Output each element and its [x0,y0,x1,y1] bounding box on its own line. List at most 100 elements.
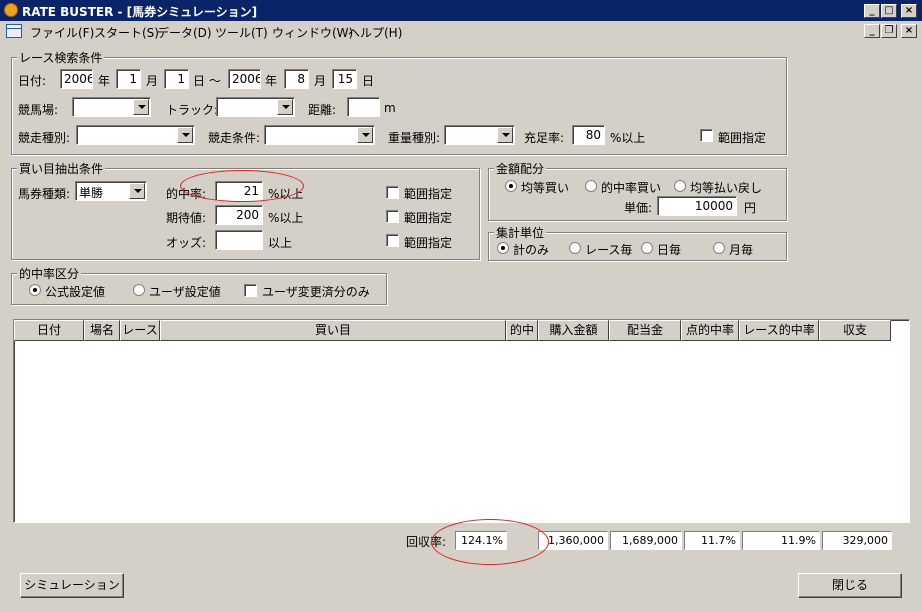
col-race[interactable]: レース [120,320,160,341]
year-unit-2: 年 [265,74,278,88]
bet-group-label: 買い目抽出条件 [17,160,106,177]
range-checkbox-expect[interactable] [386,210,399,223]
radio-even-payout[interactable] [674,180,686,192]
menu-window[interactable]: ウィンドウ(W) [272,24,353,41]
user-changed-checkbox[interactable] [244,284,257,297]
payout-total: 1,689,000 [610,531,682,550]
menu-data[interactable]: データ(D) [157,24,212,41]
from-month-field[interactable]: 1 [116,69,141,89]
money-group-label: 金額配分 [494,160,547,177]
maximize-icon[interactable]: □ [881,4,897,18]
col-date[interactable]: 日付 [14,320,84,341]
unit-price-field[interactable]: 10000 [657,196,737,216]
chevron-down-icon [497,127,513,143]
range-label-hit: 範囲指定 [404,187,453,201]
chevron-down-icon [277,99,293,115]
race-type-label: 競走種別: [18,131,71,145]
even-payout-label: 均等払い戻し [690,181,763,195]
results-list[interactable]: 日付 場名 レース 買い目 的中 購入金額 配当金 点的中率 レース的中率 収支 [13,319,910,523]
ticket-type-label: 馬券種類: [18,187,71,201]
col-point-hit[interactable]: 点的中率 [681,320,739,341]
ticket-type-select[interactable]: 単勝 [75,181,147,201]
radio-per-day[interactable] [641,242,653,254]
year-unit: 年 [98,74,111,88]
radio-official[interactable] [29,284,41,296]
from-year-field[interactable]: 2006 [60,69,93,89]
aggregate-group-label: 集計単位 [494,224,547,241]
point-hit-total: 11.7% [684,531,740,550]
range-checkbox-odds[interactable] [386,234,399,247]
title-bar: RATE BUSTER - [馬券シミュレーション] _ □ × [0,0,922,21]
menu-start[interactable]: スタート(S) [94,24,159,41]
race-condition-label: 競走条件: [208,131,261,145]
col-payout[interactable]: 配当金 [609,320,681,341]
fill-rate-field[interactable]: 80 [572,125,605,145]
radio-total-only[interactable] [497,242,509,254]
even-buy-label: 均等買い [521,181,570,195]
expect-unit: %以上 [268,211,304,225]
child-close-icon[interactable]: × [901,24,917,38]
menu-file[interactable]: ファイル(F) [30,24,94,41]
mdi-window-icon[interactable] [6,24,22,38]
distance-field[interactable] [347,97,380,117]
col-bet[interactable]: 買い目 [160,320,506,341]
per-month-label: 月毎 [729,243,754,257]
track-select[interactable] [216,97,295,117]
hit-class-group-label: 的中率区分 [17,265,82,282]
weight-type-select[interactable] [444,125,515,145]
racecourse-label: 競馬場: [18,103,59,117]
to-year-field[interactable]: 2006 [228,69,261,89]
official-label: 公式設定値 [45,285,106,299]
minimize-icon[interactable]: _ [864,4,880,18]
unit-price-suffix: 円 [744,201,757,215]
radio-even-buy[interactable] [505,180,517,192]
window-title: RATE BUSTER - [馬券シミュレーション] [22,5,258,19]
close-icon[interactable]: × [901,4,917,18]
tilde: ～ [209,74,222,88]
day-unit-2: 日 [362,74,375,88]
annotation-circle-hit-rate [180,170,304,202]
radio-hit-buy[interactable] [585,180,597,192]
fill-rate-unit: %以上 [610,131,646,145]
to-month-field[interactable]: 8 [284,69,309,89]
racecourse-select[interactable] [72,97,151,117]
odds-label: オッズ: [166,236,207,250]
distance-unit: m [384,101,396,115]
per-race-label: レース毎 [585,243,633,257]
odds-field[interactable] [215,230,263,250]
close-button[interactable]: 閉じる [798,573,902,598]
col-hit[interactable]: 的中 [506,320,538,341]
chevron-down-icon [177,127,193,143]
per-day-label: 日毎 [657,243,682,257]
range-checkbox-search[interactable] [700,129,713,142]
expect-label: 期待値: [166,211,207,225]
child-minimize-icon[interactable]: _ [864,24,880,38]
col-purchase[interactable]: 購入金額 [538,320,609,341]
from-day-field[interactable]: 1 [164,69,189,89]
radio-per-month[interactable] [713,242,725,254]
range-checkbox-hit[interactable] [386,186,399,199]
menu-tool[interactable]: ツール(T) [215,24,268,41]
total-only-label: 計のみ [513,243,550,257]
month-unit: 月 [146,74,159,88]
simulate-button[interactable]: シミュレーション [20,573,124,598]
hit-buy-label: 的中率買い [601,181,662,195]
chevron-down-icon [133,99,149,115]
user-changed-label: ユーザ変更済分のみ [262,285,370,299]
race-type-select[interactable] [76,125,195,145]
col-balance[interactable]: 収支 [819,320,891,341]
radio-per-race[interactable] [569,242,581,254]
annotation-circle-recovery [431,519,549,565]
radio-user[interactable] [133,284,145,296]
col-race-hit[interactable]: レース的中率 [739,320,819,341]
menu-help[interactable]: ヘルプ(H) [348,24,402,41]
race-condition-select[interactable] [264,125,375,145]
to-day-field[interactable]: 15 [332,69,357,89]
day-unit: 日 [193,74,206,88]
child-restore-icon[interactable]: ❐ [881,24,897,38]
expect-field[interactable]: 200 [215,205,263,225]
col-venue[interactable]: 場名 [84,320,120,341]
race-search-group-label: レース検索条件 [17,49,105,66]
chevron-down-icon [357,127,373,143]
range-label-search: 範囲指定 [718,131,767,145]
